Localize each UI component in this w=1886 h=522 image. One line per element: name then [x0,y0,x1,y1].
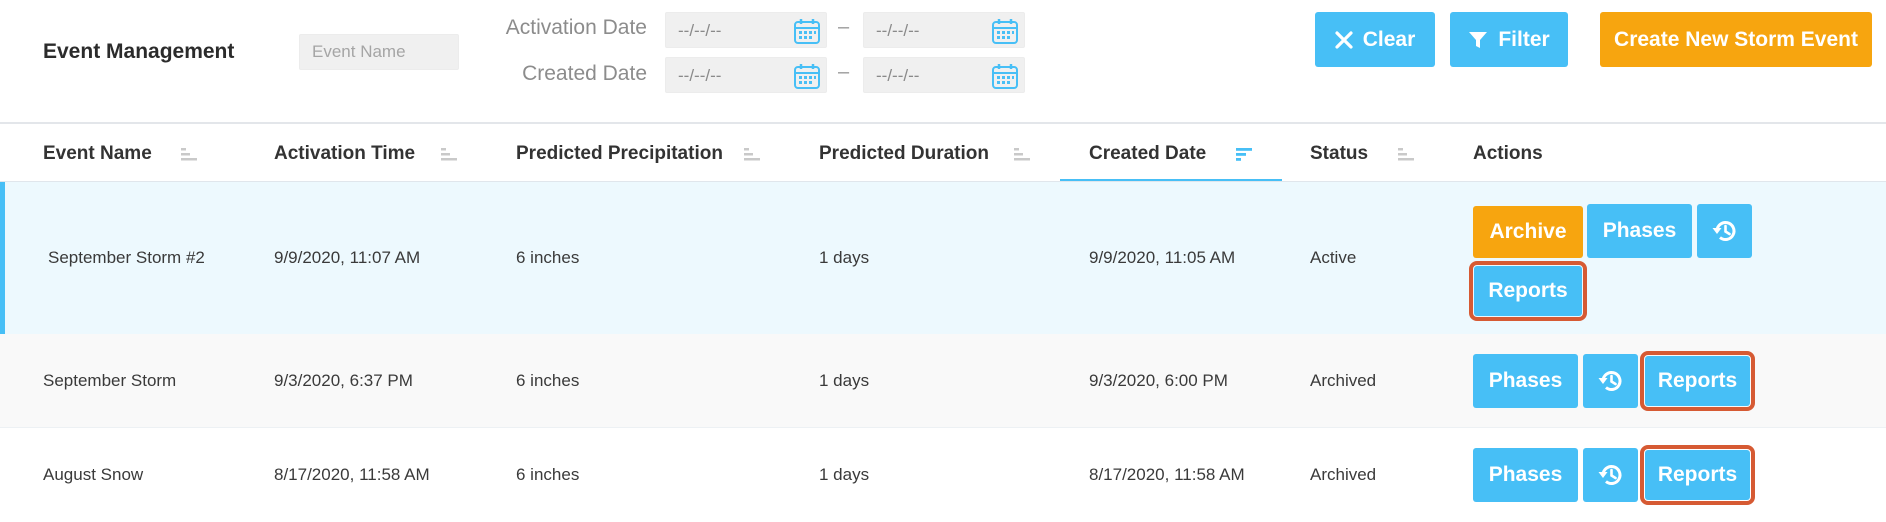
clear-button[interactable]: Clear [1315,12,1435,67]
col-header-status[interactable]: Status [1310,143,1368,165]
create-storm-event-button[interactable]: Create New Storm Event [1600,12,1872,67]
archive-button-label: Archive [1489,220,1567,243]
reports-button[interactable]: Reports [1469,261,1587,321]
col-header-actions: Actions [1473,143,1543,164]
sort-descending-icon[interactable] [1236,148,1254,162]
cell-precipitation: 6 inches [516,465,580,484]
phases-button[interactable]: Phases [1587,204,1692,258]
reports-button-label: Reports [1488,279,1568,302]
history-icon [1711,217,1739,245]
reports-button-label: Reports [1657,369,1738,392]
filter-button[interactable]: Filter [1450,12,1568,67]
cell-duration: 1 days [819,371,870,390]
history-button[interactable] [1583,354,1638,408]
history-button[interactable] [1697,204,1752,258]
activation-date-from[interactable]: --/--/-- [665,12,827,48]
reports-button[interactable]: Reports [1640,445,1755,505]
created-date-label: Created Date [522,62,647,85]
range-separator: – [838,16,850,38]
created-date-to-value: --/--/-- [876,66,920,85]
cell-precipitation: 6 inches [516,248,580,267]
cell-created-date: 9/9/2020, 11:05 AM [1089,248,1236,267]
filter-button-label: Filter [1498,27,1550,51]
created-date-from[interactable]: --/--/-- [665,57,827,93]
activation-date-label: Activation Date [505,16,647,39]
activation-date-to[interactable]: --/--/-- [863,12,1025,48]
phases-button-label: Phases [1488,369,1563,392]
col-header-predicted-precipitation[interactable]: Predicted Precipitation [516,143,723,165]
table-row[interactable]: September Storm #2 9/9/2020, 11:07 AM 6 … [0,182,1886,334]
table-row[interactable]: August Snow 8/17/2020, 11:58 AM 6 inches… [0,428,1886,522]
reports-button-label: Reports [1657,463,1738,486]
history-icon [1597,461,1625,489]
sort-icon[interactable] [744,148,762,162]
funnel-icon [1468,30,1488,50]
table-row[interactable]: September Storm 9/3/2020, 6:37 PM 6 inch… [0,334,1886,428]
sort-icon[interactable] [441,148,459,162]
cell-duration: 1 days [819,248,870,267]
cell-event-name: August Snow [43,465,144,484]
calendar-icon[interactable] [792,61,822,91]
sort-icon[interactable] [181,148,199,162]
col-header-activation-time[interactable]: Activation Time [274,143,415,165]
phases-button[interactable]: Phases [1473,448,1578,502]
col-header-event-name[interactable]: Event Name [43,143,152,165]
cell-duration: 1 days [819,465,870,484]
range-separator: – [838,61,850,83]
history-button[interactable] [1583,448,1638,502]
calendar-icon[interactable] [792,16,822,46]
cell-created-date: 9/3/2020, 6:00 PM [1089,371,1228,390]
cell-status: Archived [1310,371,1377,390]
reports-button[interactable]: Reports [1640,351,1755,411]
cell-status: Archived [1310,465,1377,484]
phases-button[interactable]: Phases [1473,354,1578,408]
sort-icon[interactable] [1398,148,1416,162]
table-header: Event Name Activation Time Predicted Pre… [0,124,1886,182]
created-date-to[interactable]: --/--/-- [863,57,1025,93]
calendar-icon[interactable] [990,16,1020,46]
phases-button-label: Phases [1488,463,1563,486]
history-icon [1597,367,1625,395]
page-title: Event Management [43,40,235,63]
cell-activation-time: 8/17/2020, 11:58 AM [274,465,430,484]
cell-created-date: 8/17/2020, 11:58 AM [1089,465,1245,484]
sort-icon[interactable] [1014,148,1032,162]
cell-precipitation: 6 inches [516,371,580,390]
cell-activation-time: 9/9/2020, 11:07 AM [274,248,421,267]
event-name-input[interactable] [299,34,459,70]
cell-status: Active [1310,248,1357,267]
create-storm-event-label: Create New Storm Event [1614,27,1858,51]
clear-button-label: Clear [1362,27,1416,51]
toolbar: Event Management Activation Date Created… [0,0,1886,122]
calendar-icon[interactable] [990,61,1020,91]
close-icon [1335,30,1353,49]
archive-button[interactable]: Archive [1473,206,1583,258]
phases-button-label: Phases [1602,219,1677,242]
cell-event-name: September Storm [43,371,177,390]
activation-date-from-value: --/--/-- [678,21,722,40]
created-date-from-value: --/--/-- [678,66,722,85]
cell-event-name: September Storm #2 [48,248,205,267]
activation-date-to-value: --/--/-- [876,21,920,40]
selected-row-indicator [0,182,5,334]
cell-activation-time: 9/3/2020, 6:37 PM [274,371,413,390]
col-header-created-date[interactable]: Created Date [1089,143,1206,165]
col-header-predicted-duration[interactable]: Predicted Duration [819,143,989,165]
